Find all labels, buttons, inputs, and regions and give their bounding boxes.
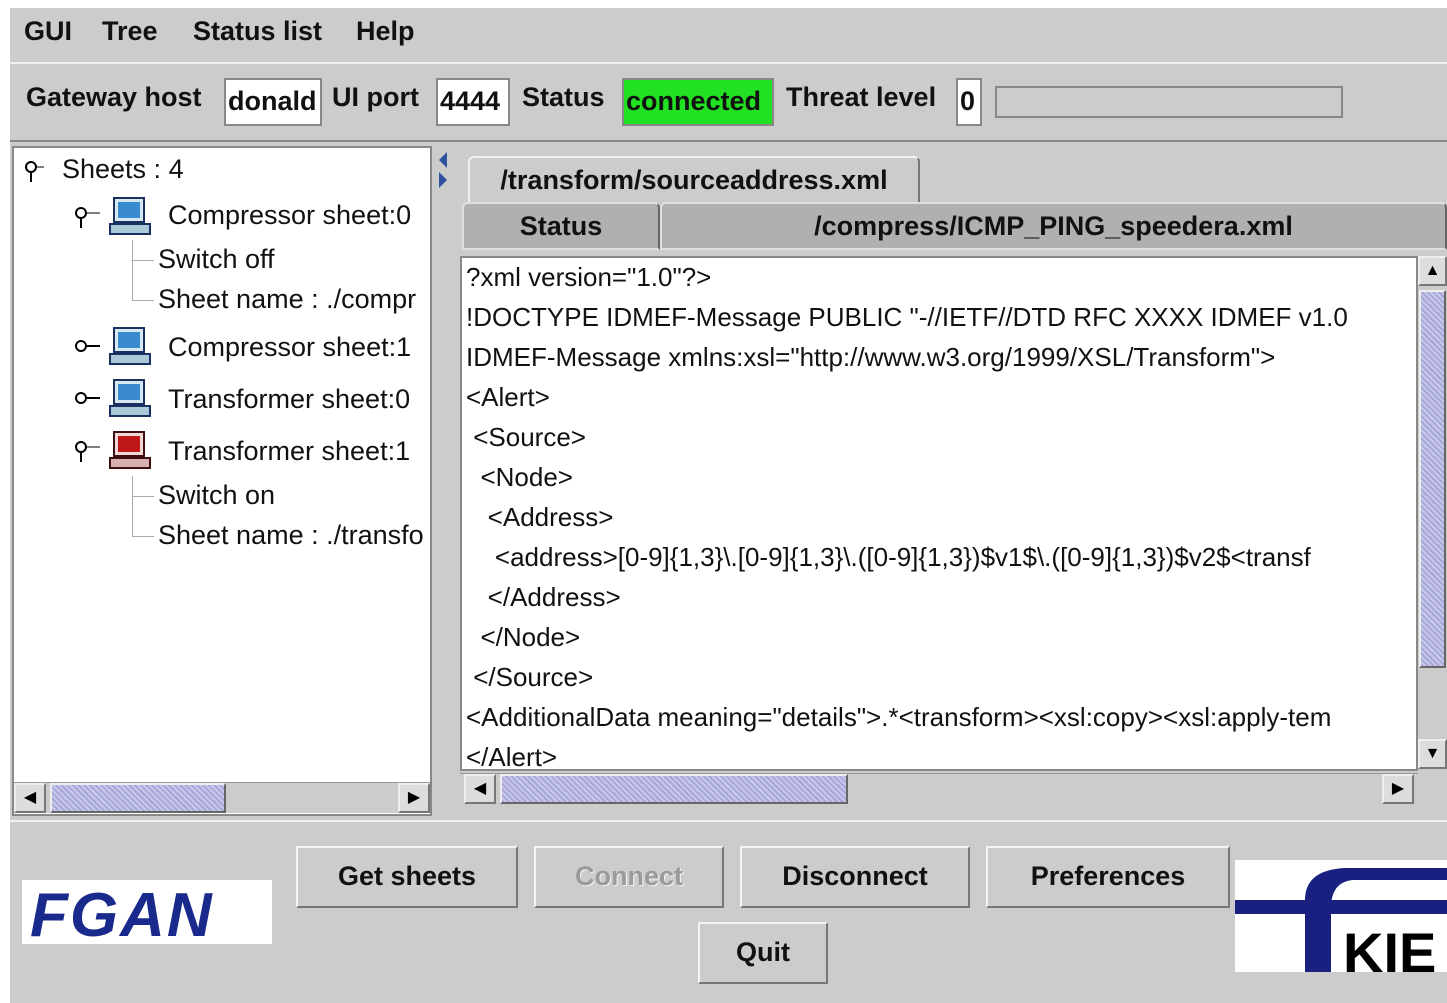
code-line: <Node>: [466, 462, 573, 492]
tree-item-label[interactable]: Transformer sheet:0: [168, 384, 410, 415]
code-line: <Alert>: [466, 382, 550, 412]
connection-toolbar: Gateway host donald UI port 4444 Status …: [10, 62, 1447, 142]
tab-compress-icmp-ping[interactable]: /compress/ICMP_PING_speedera.xml: [660, 202, 1447, 250]
tree-leaf-label[interactable]: Switch on: [158, 480, 275, 511]
tree-horizontal-scrollbar[interactable]: ◀ ▶: [14, 782, 430, 813]
xml-editor[interactable]: ?xml version="1.0"?> !DOCTYPE IDMEF-Mess…: [460, 256, 1418, 771]
tab-status[interactable]: Status: [462, 202, 660, 250]
collapsed-node-icon[interactable]: [72, 386, 102, 410]
kie-logo: KIE: [1235, 860, 1447, 972]
tree-leaf-label[interactable]: Switch off: [158, 244, 275, 275]
code-line: <AdditionalData meaning="details">.*<tra…: [466, 702, 1332, 732]
threat-level-field: 0: [956, 78, 982, 126]
tree-leaf-label[interactable]: Sheet name : ./compr: [158, 284, 416, 315]
collapsed-node-icon[interactable]: [72, 334, 102, 358]
gateway-host-label: Gateway host: [26, 82, 202, 112]
computer-blue-icon: [109, 327, 151, 365]
editor-vertical-thumb[interactable]: [1419, 290, 1446, 668]
quit-button[interactable]: Quit: [698, 922, 828, 984]
ui-port-label: UI port: [332, 82, 419, 112]
scroll-right-icon[interactable]: ▶: [1382, 774, 1414, 804]
tree-item-label[interactable]: Compressor sheet:0: [168, 200, 411, 231]
scroll-up-icon[interactable]: ▲: [1418, 256, 1447, 286]
editor-horizontal-thumb[interactable]: [500, 774, 848, 804]
divider-arrows-icon[interactable]: [437, 150, 449, 190]
fgan-logo: FGAN: [22, 880, 272, 950]
menu-tree[interactable]: Tree: [102, 16, 158, 47]
split-pane-divider[interactable]: [435, 146, 451, 816]
threat-level-label: Threat level: [786, 82, 937, 112]
scroll-left-icon[interactable]: ◀: [14, 783, 46, 813]
tree-scroll-thumb[interactable]: [50, 783, 226, 813]
code-line: <Source>: [466, 422, 586, 452]
fgan-logo-text: FGAN: [30, 881, 214, 950]
threat-level-progress-bar: [995, 86, 1343, 118]
expanded-node-icon[interactable]: [72, 440, 102, 464]
connect-button[interactable]: Connect: [534, 846, 724, 908]
disconnect-button[interactable]: Disconnect: [740, 846, 970, 908]
tree-root-label[interactable]: Sheets : 4: [62, 154, 184, 185]
get-sheets-button[interactable]: Get sheets: [296, 846, 518, 908]
computer-blue-icon: [109, 379, 151, 417]
computer-red-icon: [109, 431, 151, 469]
code-line: </Source>: [466, 662, 594, 692]
tab-transform-sourceaddress[interactable]: /transform/sourceaddress.xml: [468, 156, 920, 204]
code-line: <Address>: [466, 502, 614, 532]
tree-item-label[interactable]: Compressor sheet:1: [168, 332, 411, 363]
scroll-left-icon[interactable]: ◀: [464, 774, 496, 804]
computer-blue-icon: [109, 197, 151, 235]
tree-leaf-label[interactable]: Sheet name : ./transfo: [158, 520, 424, 551]
preferences-button[interactable]: Preferences: [986, 846, 1230, 908]
expanded-node-icon[interactable]: [22, 160, 44, 184]
code-line: <address>[0-9]{1,3}\.[0-9]{1,3}\.([0-9]{…: [466, 542, 1311, 572]
main-window: GUI Tree Status list Help Gateway host d…: [10, 8, 1447, 1003]
status-label: Status: [522, 82, 605, 112]
menu-help[interactable]: Help: [356, 16, 415, 47]
code-line: </Address>: [466, 582, 621, 612]
code-line: !DOCTYPE IDMEF-Message PUBLIC "-//IETF//…: [466, 302, 1348, 332]
editor-vertical-scrollbar[interactable]: ▲ ▼: [1418, 256, 1447, 771]
bottom-separator: [10, 820, 1447, 822]
code-line: </Node>: [466, 622, 581, 652]
ui-port-field[interactable]: 4444: [436, 78, 510, 126]
menu-gui[interactable]: GUI: [24, 16, 72, 47]
sheets-tree-panel: Sheets : 4 Compressor sheet:0 Switch off…: [12, 146, 432, 816]
kie-logo-text: KIE: [1343, 921, 1437, 972]
tree-item-label[interactable]: Transformer sheet:1: [168, 436, 410, 467]
gateway-host-field[interactable]: donald: [224, 78, 322, 126]
editor-horizontal-scrollbar[interactable]: ◀ ▶: [460, 773, 1418, 804]
code-line: </Alert>: [466, 742, 558, 771]
scroll-down-icon[interactable]: ▼: [1418, 739, 1447, 769]
menu-status-list[interactable]: Status list: [193, 16, 322, 47]
scroll-right-icon[interactable]: ▶: [398, 783, 430, 813]
menu-bar: GUI Tree Status list Help: [10, 8, 1447, 56]
code-line: IDMEF-Message xmlns:xsl="http://www.w3.o…: [466, 342, 1276, 372]
expanded-node-icon[interactable]: [72, 206, 102, 230]
code-line: ?xml version="1.0"?>: [466, 262, 712, 292]
status-value-field: connected: [622, 78, 774, 126]
